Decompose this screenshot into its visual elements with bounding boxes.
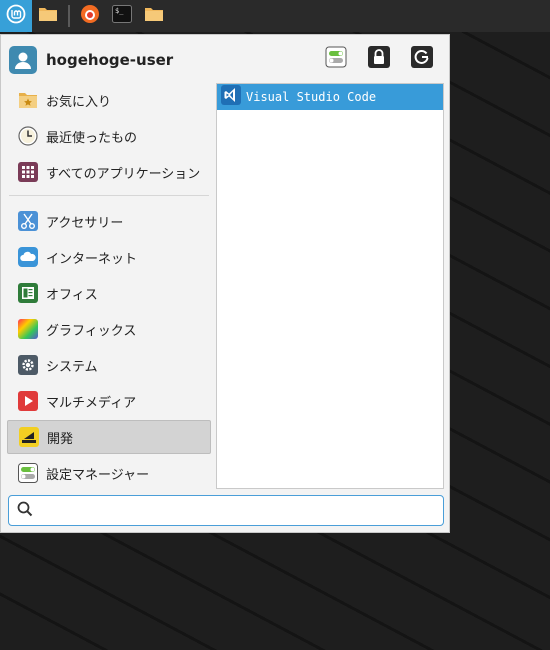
category-multimedia[interactable]: マルチメディア [7, 384, 211, 418]
svg-text:$_: $_ [115, 7, 124, 15]
category-accessories[interactable]: アクセサリー [7, 204, 211, 238]
category-graphics[interactable]: グラフィックス [7, 312, 211, 346]
category-label: オフィス [46, 287, 98, 303]
category-development[interactable]: 開発 [7, 420, 211, 454]
settings-manager-icon [17, 462, 39, 484]
multimedia-play-icon [17, 390, 39, 412]
taskbar-file-manager-button[interactable] [32, 0, 64, 32]
category-label: 最近使ったもの [46, 130, 138, 146]
system-gear-icon [17, 354, 39, 376]
username-label: hogehoge-user [46, 51, 174, 69]
category-label: お気に入り [46, 94, 112, 110]
favorites-icon [17, 89, 39, 111]
app-item-vscode[interactable]: Visual Studio Code [217, 84, 443, 110]
firefox-icon [80, 4, 100, 28]
category-recent[interactable]: 最近使ったもの [7, 119, 211, 153]
taskbar-folder-button[interactable] [138, 0, 170, 32]
application-list: Visual Studio Code [216, 83, 444, 489]
category-label: アクセサリー [46, 215, 124, 231]
taskbar-terminal-button[interactable]: $_ [106, 0, 138, 32]
category-settings-manager[interactable]: 設定マネージャー [7, 456, 211, 490]
category-office[interactable]: オフィス [7, 276, 211, 310]
category-label: グラフィックス [46, 323, 137, 339]
category-label: 開発 [47, 431, 74, 447]
search-field[interactable] [8, 495, 444, 526]
app-label: Visual Studio Code [246, 90, 377, 104]
terminal-icon: $_ [112, 5, 132, 27]
lock-screen-icon [368, 46, 390, 72]
category-label: すべてのアプリケーション [46, 166, 201, 182]
vscode-icon [221, 85, 241, 109]
settings-manager-button[interactable] [323, 46, 349, 72]
avatar [9, 46, 37, 74]
internet-cloud-icon [17, 246, 39, 268]
office-icon [17, 282, 39, 304]
settings-manager-icon [325, 46, 347, 72]
category-all-applications[interactable]: すべてのアプリケーション [7, 155, 211, 189]
category-system[interactable]: システム [7, 348, 211, 382]
category-label: 設定マネージャー [46, 467, 150, 483]
folder-icon [38, 5, 58, 27]
taskbar-separator [68, 5, 70, 27]
folder-icon [144, 5, 164, 27]
category-list: お気に入り 最近使ったもの すべてのアプリケーション アクセサリー インターネッ… [7, 83, 211, 492]
category-internet[interactable]: インターネット [7, 240, 211, 274]
taskbar: $_ [0, 0, 550, 32]
search-input[interactable] [39, 502, 443, 519]
graphics-icon [17, 318, 39, 340]
category-label: インターネット [46, 251, 138, 267]
all-apps-grid-icon [17, 161, 39, 183]
accessories-scissors-icon [17, 210, 39, 232]
category-favorites[interactable]: お気に入り [7, 83, 211, 117]
whisker-menu-icon [6, 4, 26, 28]
taskbar-firefox-button[interactable] [74, 0, 106, 32]
category-label: システム [46, 359, 98, 375]
header-actions [323, 46, 435, 72]
development-icon [18, 426, 40, 448]
category-label: マルチメディア [46, 395, 137, 411]
user-icon [15, 52, 31, 69]
category-separator [9, 195, 209, 196]
search-icon [17, 501, 33, 521]
logout-button[interactable] [409, 46, 435, 72]
lock-screen-button[interactable] [366, 46, 392, 72]
application-menu: hogehoge-user お気に入り 最近使ったもの すべてのアプリケーション… [0, 34, 450, 533]
whisker-menu-button[interactable] [0, 0, 32, 32]
menu-header: hogehoge-user [9, 45, 439, 75]
recent-clock-icon [17, 125, 39, 147]
logout-icon [411, 46, 433, 72]
